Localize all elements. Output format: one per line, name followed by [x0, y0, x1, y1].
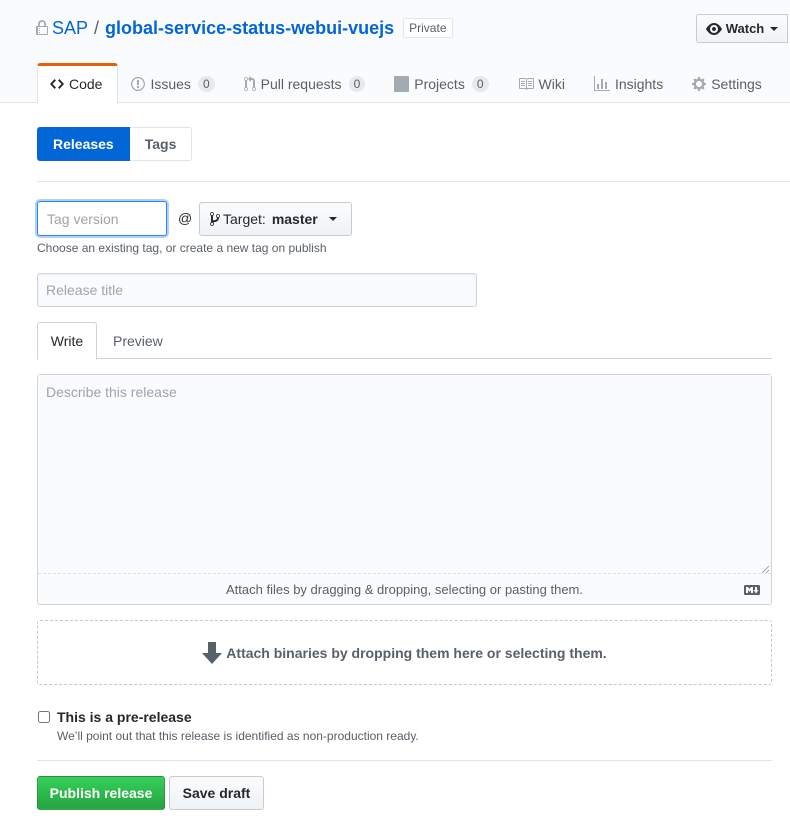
repo-header: SAP / global-service-status-webui-vuejs …	[0, 0, 790, 104]
tab-insights-label: Insights	[614, 75, 664, 92]
tab-wiki[interactable]: Wiki	[505, 63, 581, 103]
lock-icon	[36, 19, 50, 37]
prerelease-label[interactable]: This is a pre-release	[57, 709, 192, 725]
attach-binaries-text: Attach binaries by dropping them here or…	[226, 644, 607, 661]
tab-settings[interactable]: Settings	[679, 63, 778, 103]
repo-path-separator: /	[94, 17, 100, 38]
tab-code-label: Code	[69, 75, 103, 92]
editor-tabs: Write Preview	[37, 322, 772, 360]
tab-pull-requests-label: Pull requests	[260, 75, 342, 92]
tab-issues-label: Issues	[150, 75, 191, 92]
tags-tab[interactable]: Tags	[129, 127, 193, 161]
tag-hint: Choose an existing tag, or create a new …	[37, 241, 327, 255]
chevron-down-icon	[770, 26, 779, 31]
tab-projects[interactable]: Projects 0	[381, 63, 504, 103]
book-icon	[518, 76, 534, 92]
issue-icon	[131, 76, 146, 92]
tab-issues[interactable]: Issues 0	[118, 63, 230, 103]
tab-settings-label: Settings	[711, 75, 762, 92]
file-attach-bar[interactable]: Attach files by dragging & dropping, sel…	[38, 573, 771, 604]
tag-version-input[interactable]	[37, 201, 167, 236]
release-body-editor: Attach files by dragging & dropping, sel…	[37, 374, 772, 605]
tab-insights[interactable]: Insights	[581, 63, 679, 103]
save-draft-button[interactable]: Save draft	[169, 776, 264, 810]
chevron-down-icon	[328, 217, 337, 221]
target-label: Target:	[223, 211, 266, 227]
prerelease-note: We’ll point out that this release is ide…	[57, 729, 419, 743]
releases-tab[interactable]: Releases	[37, 127, 130, 161]
release-title-input[interactable]	[37, 273, 477, 307]
target-branch-value: master	[271, 211, 318, 227]
markdown-icon[interactable]	[744, 583, 760, 595]
tab-write[interactable]: Write	[37, 322, 97, 360]
repo-owner-link[interactable]: SAP	[52, 18, 88, 39]
resize-handle[interactable]	[760, 561, 770, 574]
project-icon	[394, 75, 410, 92]
eye-icon	[705, 22, 722, 35]
divider	[37, 760, 772, 761]
repo-name-link[interactable]: global-service-status-webui-vuejs	[105, 18, 394, 39]
tab-preview[interactable]: Preview	[101, 322, 175, 359]
watch-button[interactable]: Watch	[696, 14, 788, 43]
divider	[37, 181, 790, 182]
tab-projects-label: Projects	[414, 75, 465, 92]
private-badge: Private	[403, 18, 453, 38]
tab-code[interactable]: Code	[37, 63, 119, 104]
pull-requests-counter: 0	[348, 75, 366, 92]
tab-pull-requests[interactable]: Pull requests 0	[231, 63, 382, 103]
arrow-down-icon	[202, 641, 223, 664]
graph-icon	[593, 75, 610, 92]
prerelease-checkbox[interactable]	[38, 711, 50, 723]
attach-files-text: Attach files by dragging & dropping, sel…	[226, 581, 583, 597]
release-description-textarea[interactable]	[38, 375, 771, 573]
issues-counter: 0	[197, 75, 215, 92]
branch-icon	[210, 211, 220, 227]
tab-wiki-label: Wiki	[538, 75, 565, 92]
watch-label: Watch	[725, 21, 765, 36]
pull-request-icon	[243, 75, 256, 92]
code-icon	[50, 76, 64, 92]
repo-nav: Code Issues 0 Pull requests 0 Projects 0	[37, 63, 778, 104]
at-sign: @	[178, 210, 193, 226]
projects-counter: 0	[471, 75, 489, 92]
binaries-dropzone[interactable]: Attach binaries by dropping them here or…	[37, 620, 772, 685]
gear-icon	[692, 76, 707, 92]
releases-subnav: Releases Tags	[37, 127, 193, 161]
target-branch-select[interactable]: Target: master	[199, 202, 352, 236]
publish-release-button[interactable]: Publish release	[37, 776, 165, 810]
repo-title: SAP / global-service-status-webui-vuejs …	[36, 15, 453, 41]
